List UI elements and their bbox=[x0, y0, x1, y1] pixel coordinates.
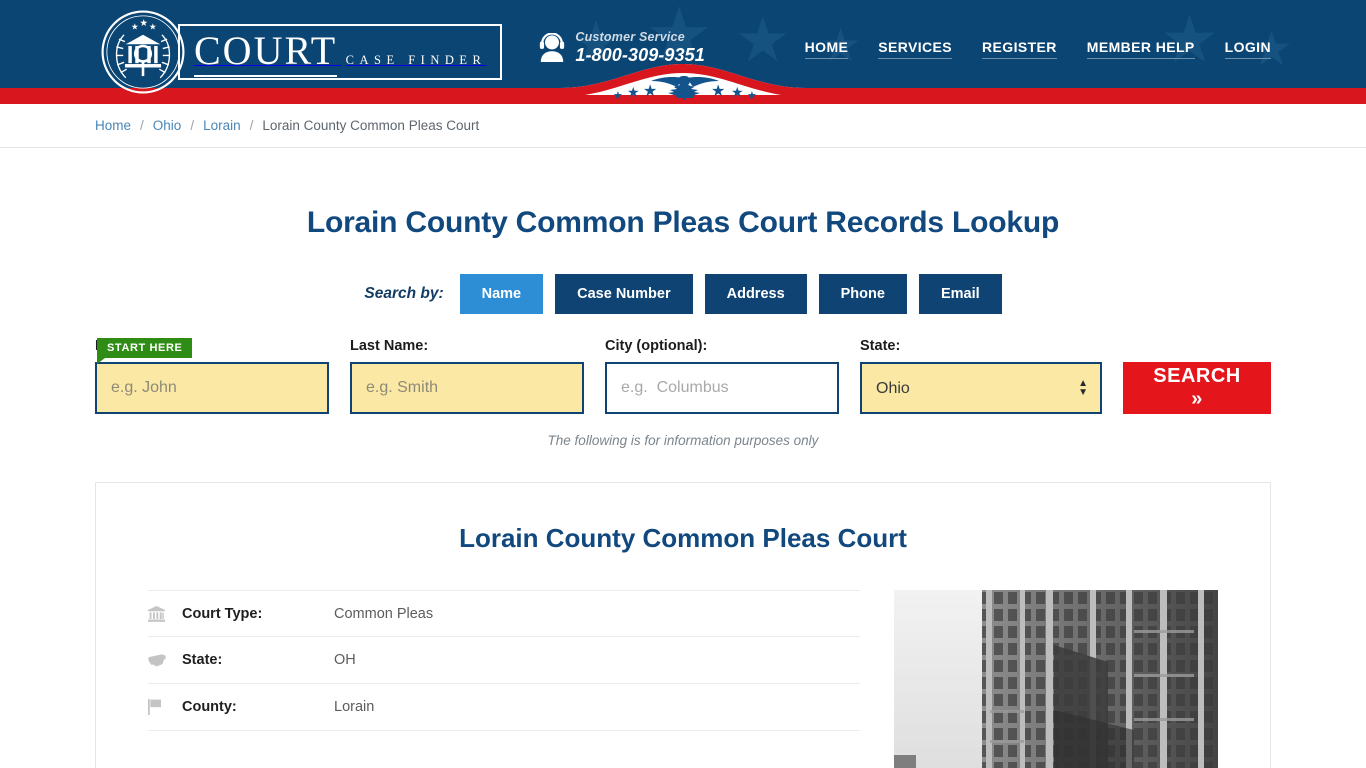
search-form: START HERE First Name: Last Name: City (… bbox=[95, 338, 1271, 414]
nav-item-member-help[interactable]: MEMBER HELP bbox=[1086, 39, 1195, 59]
breadcrumb-item-home[interactable]: Home bbox=[95, 118, 131, 133]
nav-item-login[interactable]: LOGIN bbox=[1224, 39, 1271, 59]
tab-address[interactable]: Address bbox=[704, 274, 807, 314]
tab-email[interactable]: Email bbox=[918, 274, 1002, 314]
city-field-group: City (optional): bbox=[605, 338, 839, 414]
city-label: City (optional): bbox=[605, 338, 708, 354]
breadcrumb-item-lorain[interactable]: Lorain bbox=[203, 118, 241, 133]
detail-label-state: State: bbox=[182, 652, 223, 668]
detail-value-court-type: Common Pleas bbox=[334, 605, 434, 622]
tab-case-number[interactable]: Case Number bbox=[555, 274, 693, 314]
breadcrumb-item-ohio[interactable]: Ohio bbox=[153, 118, 182, 133]
court-details-card: Lorain County Common Pleas Court Court T… bbox=[95, 482, 1271, 768]
logo-secondary-text: CASE FINDER bbox=[345, 53, 487, 67]
us-map-icon bbox=[148, 653, 182, 667]
courthouse-photo-svg bbox=[894, 590, 1218, 768]
search-button[interactable]: SEARCH » bbox=[1123, 362, 1271, 414]
city-input[interactable] bbox=[605, 362, 839, 414]
nav-item-home[interactable]: HOME bbox=[804, 39, 849, 59]
breadcrumb-separator: / bbox=[190, 118, 195, 133]
detail-value-state: OH bbox=[334, 652, 356, 668]
disclaimer-text: The following is for information purpose… bbox=[547, 433, 819, 448]
start-here-badge: START HERE bbox=[97, 338, 193, 364]
detail-label-county: County: bbox=[182, 699, 237, 715]
last-name-input[interactable] bbox=[350, 362, 584, 414]
customer-service-block: Customer Service 1-800-309-9351 bbox=[538, 30, 705, 65]
tab-name[interactable]: Name bbox=[459, 274, 544, 314]
customer-service-phone[interactable]: 1-800-309-9351 bbox=[575, 45, 705, 65]
courthouse-icon bbox=[148, 605, 182, 622]
courthouse-building-photo bbox=[894, 590, 1218, 768]
nav-item-services[interactable]: SERVICES bbox=[878, 39, 953, 59]
state-select-wrapper: Ohio ▲ ▼ bbox=[860, 362, 1102, 414]
last-name-field-group: Last Name: bbox=[350, 338, 584, 414]
page-title: Lorain County Common Pleas Court Records… bbox=[306, 206, 1060, 239]
logo-wordmark: COURT CASE FINDER bbox=[178, 24, 503, 80]
nav-item-register[interactable]: REGISTER bbox=[982, 39, 1057, 59]
breadcrumb-separator: / bbox=[249, 118, 254, 133]
detail-value-county: Lorain bbox=[334, 699, 375, 715]
state-select[interactable]: Ohio bbox=[860, 362, 1102, 414]
first-name-input[interactable] bbox=[95, 362, 329, 414]
table-row: State: OH bbox=[148, 637, 860, 684]
state-field-group: State: Ohio ▲ ▼ bbox=[860, 338, 1102, 414]
search-by-label: Search by: bbox=[364, 285, 444, 302]
breadcrumb-separator: / bbox=[140, 118, 144, 133]
svg-text:★: ★ bbox=[149, 22, 157, 32]
main-content: Lorain County Common Pleas Court Records… bbox=[95, 206, 1271, 768]
customer-service-label: Customer Service bbox=[575, 30, 685, 44]
headset-support-icon bbox=[540, 32, 565, 62]
svg-text:★: ★ bbox=[140, 18, 148, 29]
detail-label-court-type: Court Type: bbox=[182, 605, 263, 622]
breadcrumb-item-current: Lorain County Common Pleas Court bbox=[262, 118, 480, 133]
court-detail-list: Court Type: Common Pleas State: OH Count… bbox=[148, 590, 860, 768]
flag-icon bbox=[148, 699, 182, 715]
site-logo[interactable]: ★ ★ ★ COURT CASE FINDER bbox=[100, 9, 503, 95]
court-seal-icon: ★ ★ ★ bbox=[101, 10, 185, 94]
search-type-tabs: Search by: Name Case Number Address Phon… bbox=[95, 274, 1271, 314]
breadcrumb-bar: Home / Ohio / Lorain / Lorain County Com… bbox=[0, 104, 1366, 148]
breadcrumb: Home / Ohio / Lorain / Lorain County Com… bbox=[95, 118, 1271, 133]
tab-phone[interactable]: Phone bbox=[818, 274, 907, 314]
court-name-title: Lorain County Common Pleas Court bbox=[459, 523, 907, 553]
state-label: State: bbox=[860, 338, 901, 354]
main-navigation: HOME SERVICES REGISTER MEMBER HELP LOGIN bbox=[804, 39, 1271, 59]
table-row: Court Type: Common Pleas bbox=[148, 590, 860, 637]
site-header: ★ ★ ★ ★ ★ ★ ★ ★ ★ ★ ★ ★ ★ ★ ★ COURT CASE… bbox=[0, 0, 1366, 104]
logo-primary-text: COURT bbox=[194, 28, 338, 77]
last-name-label: Last Name: bbox=[350, 338, 429, 354]
table-row: County: Lorain bbox=[148, 684, 860, 731]
svg-text:★: ★ bbox=[131, 22, 139, 32]
